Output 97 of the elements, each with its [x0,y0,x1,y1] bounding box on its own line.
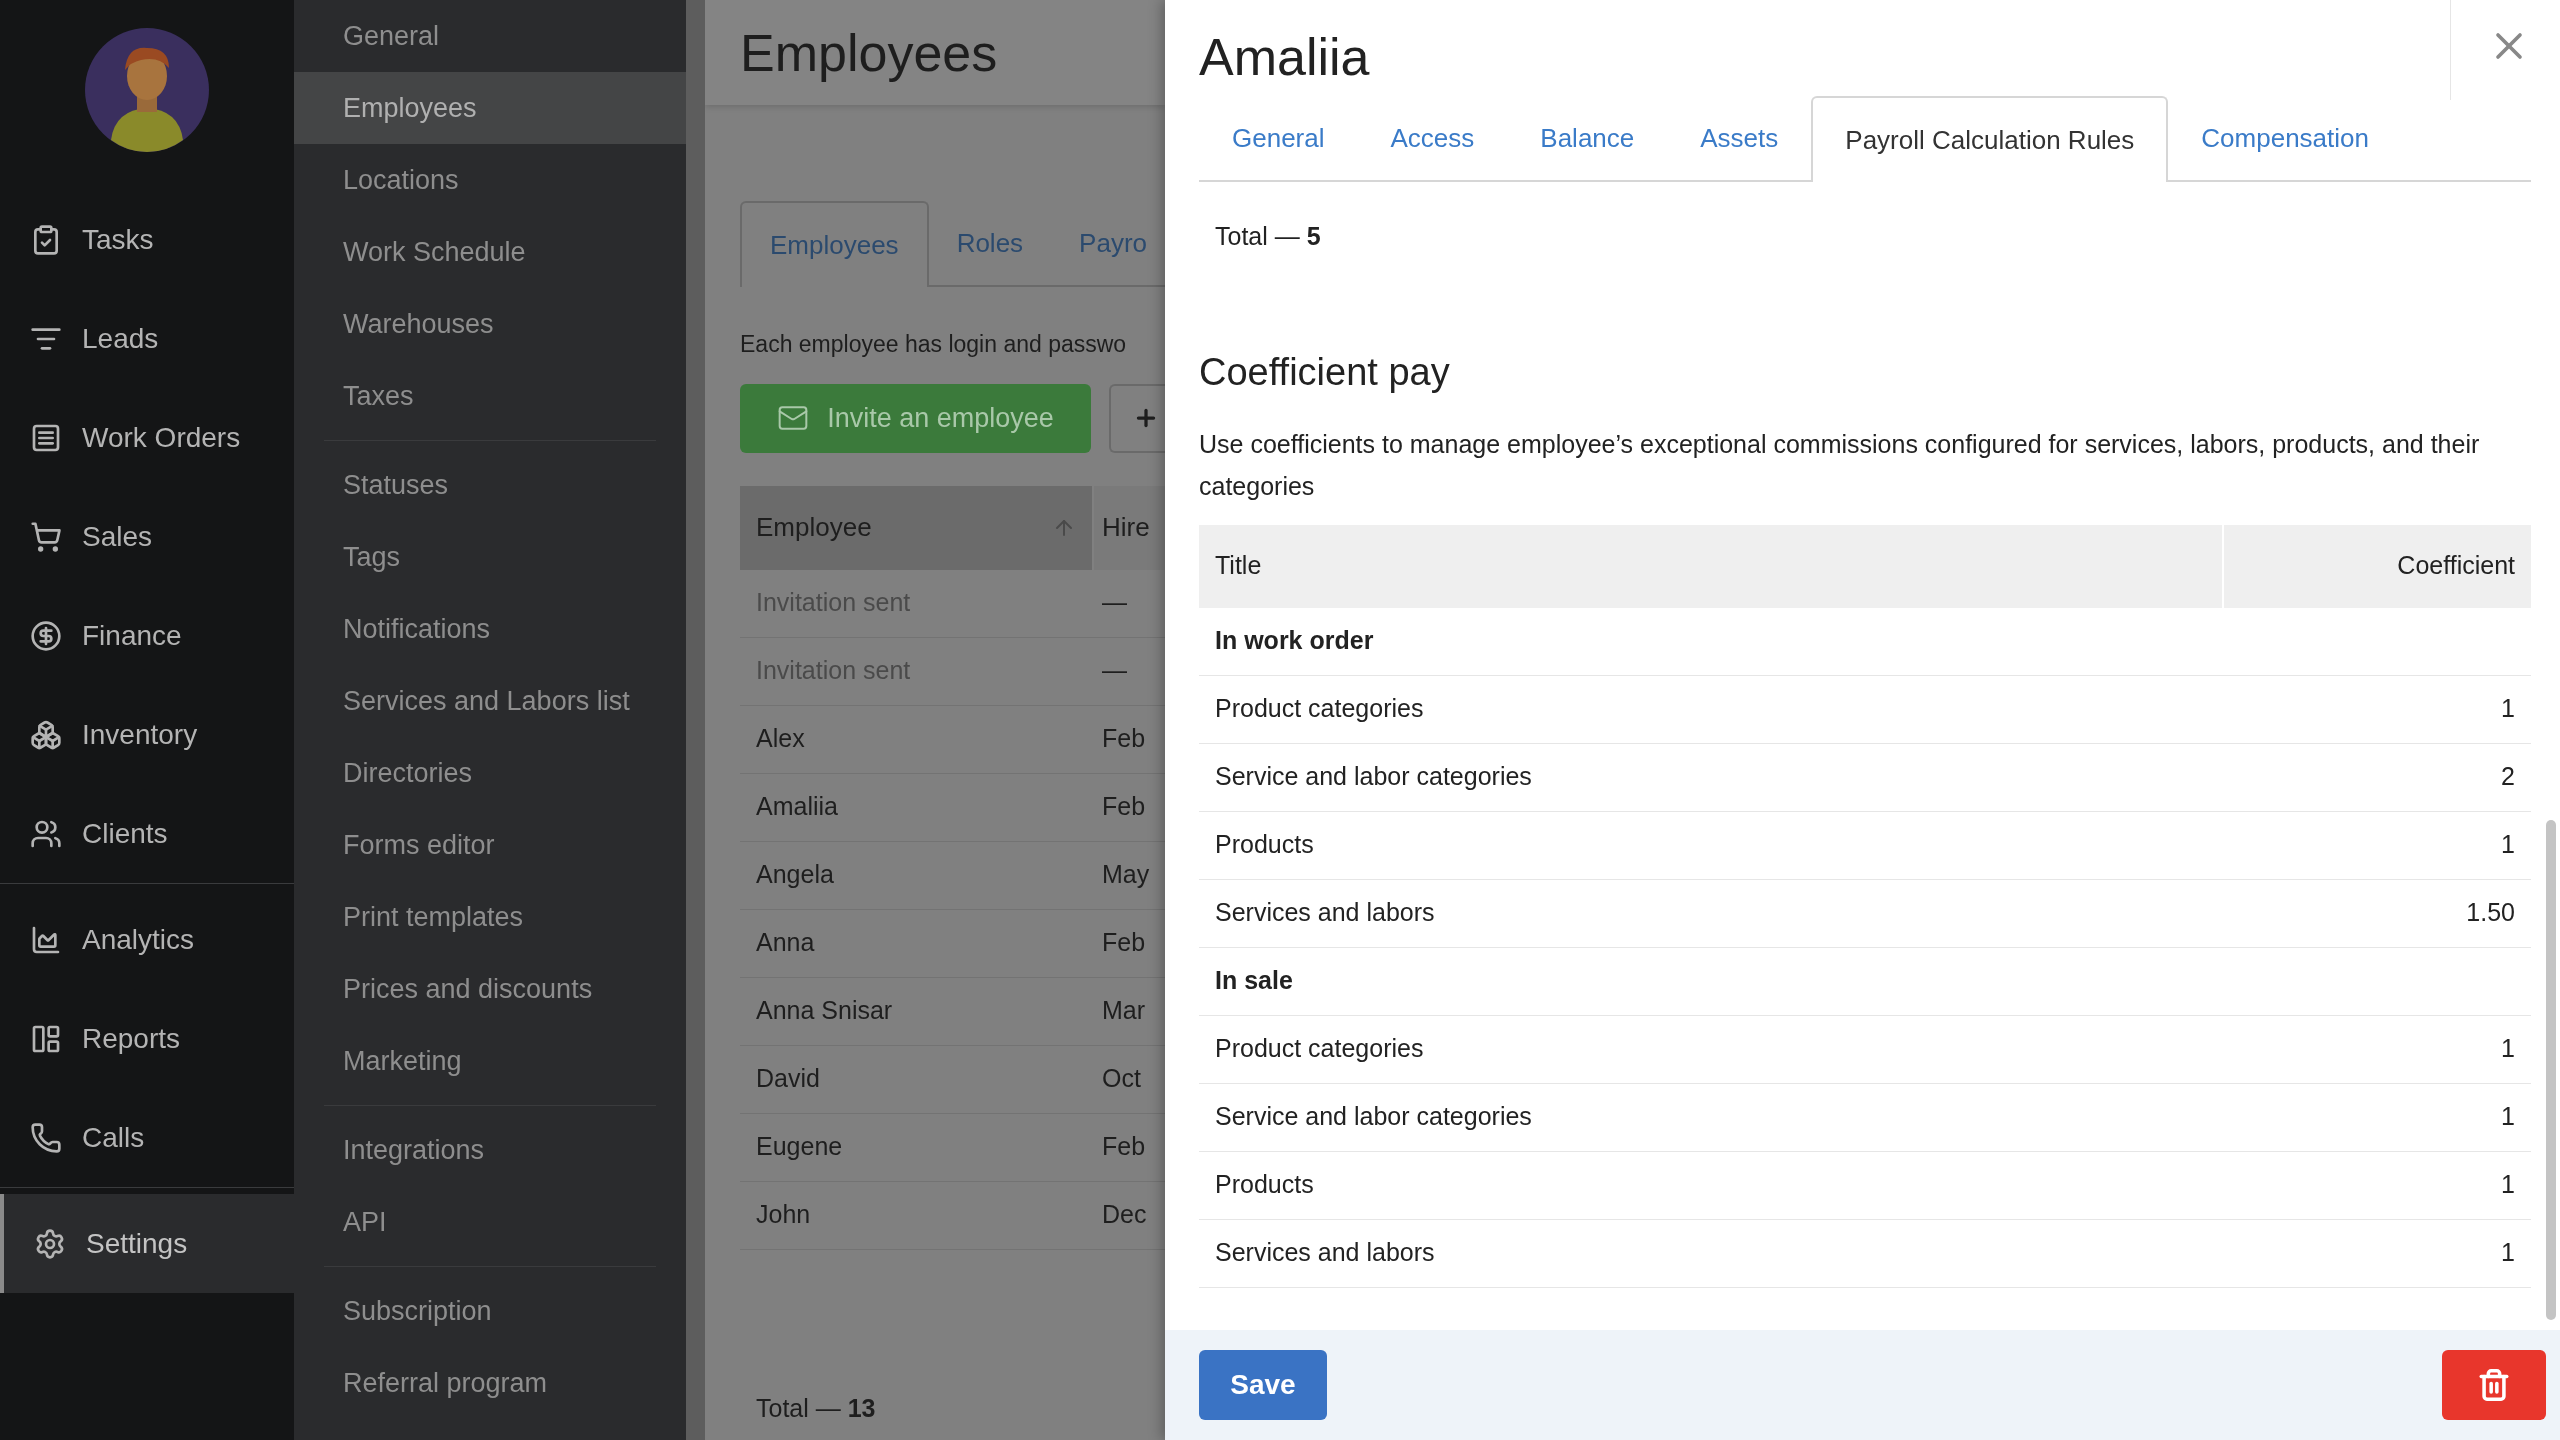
panel-tab[interactable]: Assets [1667,96,1812,180]
settings-menu-item[interactable]: Warehouses [294,288,686,360]
total-count: Total — 13 [755,1392,877,1424]
table-cell-text: 1 [2500,1169,2516,1201]
page-title: Employees [740,22,998,84]
settings-menu-item[interactable]: Taxes [294,360,686,432]
table-cell-text: Anna Snisar [755,995,894,1027]
table-cell-text: 2 [2500,761,2516,793]
table-cell-text: 1 [2500,693,2516,725]
table-cell-text: Feb [1101,791,1147,823]
table-cell-text: Amaliia [755,791,839,823]
panel-title: Amaliia [1199,27,1371,88]
table-cell-text: 1 [2500,1033,2516,1065]
settings-menu-item[interactable]: Employees [294,72,686,144]
panel-tab[interactable]: Balance [1507,96,1668,180]
table-cell-text: Alex [755,723,806,755]
page-tab[interactable]: Employees [740,201,929,287]
table-cell-text: Mar [1101,995,1147,1027]
settings-menu-item[interactable]: Marketing [294,1025,686,1097]
table-cell-text: Eugene [755,1131,844,1163]
nav-item[interactable]: Finance [0,586,294,685]
phone-icon [30,1121,62,1154]
table-cell-text: Anna [755,927,816,959]
settings-menu-item[interactable]: Directories [294,737,686,809]
invite-employee-button[interactable]: Invite an employee [740,383,1091,453]
table-cell-text: 1.50 [2465,897,2516,929]
table-cell-text: — [1101,655,1128,687]
nav-item[interactable]: Settings [0,1194,294,1293]
table-cell-text: Feb [1101,723,1147,755]
settings-menu-item[interactable]: API [294,1186,686,1258]
settings-menu-item[interactable]: Forms editor [294,809,686,881]
table-cell-text: David [755,1063,821,1095]
boxes-icon [30,718,62,751]
settings-icon [34,1227,66,1260]
settings-menu-item[interactable]: Services and Labors list [294,665,686,737]
nav-item[interactable]: Reports [0,989,294,1088]
nav-item[interactable]: Inventory [0,685,294,784]
trash-icon [2477,1368,2511,1402]
group-heading: In sale [1214,965,1294,997]
settings-menu-item[interactable]: General [294,0,686,72]
cart-icon [30,520,62,553]
table-cell-text: Services and labors [1214,1237,1436,1269]
table-cell-text: Products [1214,1169,1315,1201]
table-cell-text: 1 [2500,1101,2516,1133]
settings-menu-item[interactable]: Integrations [294,1114,686,1186]
nav-item[interactable]: Calls [0,1088,294,1187]
settings-menu-item[interactable]: Statuses [294,449,686,521]
settings-menu-item[interactable]: Locations [294,144,686,216]
table-cell-text: — [1101,587,1128,619]
settings-menu-item[interactable]: Subscription [294,1275,686,1347]
panel-tab[interactable]: Compensation [2168,96,2402,180]
settings-menu-item[interactable]: Notifications [294,593,686,665]
section-title: Coefficient pay [1199,349,1451,395]
settings-menu-item[interactable]: Tags [294,521,686,593]
settings-menu-item[interactable]: Print templates [294,881,686,953]
table-cell-text: Feb [1101,1131,1147,1163]
delete-button[interactable] [2442,1350,2546,1420]
table-cell-text: Oct [1101,1063,1142,1095]
table-header-cell: Title [1199,524,2224,608]
table-cell-text: Dec [1101,1199,1148,1231]
nav-item[interactable]: Sales [0,487,294,586]
column-title: Employee [756,511,872,544]
nav-item[interactable]: Leads [0,289,294,388]
panel-tab[interactable]: Payroll Calculation Rules [1811,96,2169,182]
avatar-icon[interactable] [85,28,209,152]
section-description: Use coefficients to manage employee’s exceptional commissions configured for services, labors, products, and their categories [1199,428,2481,502]
table-cell-text: Service and labor categories [1214,761,1533,793]
settings-menu-item[interactable]: Prices and discounts [294,953,686,1025]
settings-menu-item[interactable]: Work Schedule [294,216,686,288]
table-header-cell-text: Coefficient [2396,550,2516,582]
table-cell-text: Products [1214,829,1315,861]
total-count: Total — 5 [1214,221,1322,252]
panel-tab[interactable]: General [1199,96,1358,180]
table-cell-text: 1 [2500,1237,2516,1269]
save-button[interactable]: Save [1199,1350,1327,1420]
settings-menu-item[interactable]: Referral program [294,1347,686,1419]
page-tab[interactable]: Roles [928,201,1052,285]
group-heading: In work order [1214,625,1375,657]
table-cell-text: Angela [755,859,835,891]
table-header-cell[interactable]: Hire [1094,485,1165,570]
table-cell-text: Feb [1101,927,1147,959]
table-cell-text: Product categories [1214,693,1425,725]
table-cell-text: John [755,1199,812,1231]
page-description: Each employee has login and passwo [740,330,1128,359]
nav-item[interactable]: Clients [0,784,294,883]
nav-item[interactable]: Analytics [0,890,294,989]
table-header-cell[interactable]: Employee [740,485,1092,570]
page-tab[interactable]: Payro [1051,201,1165,285]
table-cell-text: Product categories [1214,1033,1425,1065]
panel-tab[interactable]: Access [1357,96,1508,180]
nav-item[interactable]: Tasks [0,190,294,289]
nav-item[interactable]: Work Orders [0,388,294,487]
table-cell-text: 1 [2500,829,2516,861]
dollar-coin-icon [30,619,62,652]
table-cell-text: Services and labors [1214,897,1436,929]
table-cell-text: Service and labor categories [1214,1101,1533,1133]
table-cell-text: May [1101,859,1151,891]
